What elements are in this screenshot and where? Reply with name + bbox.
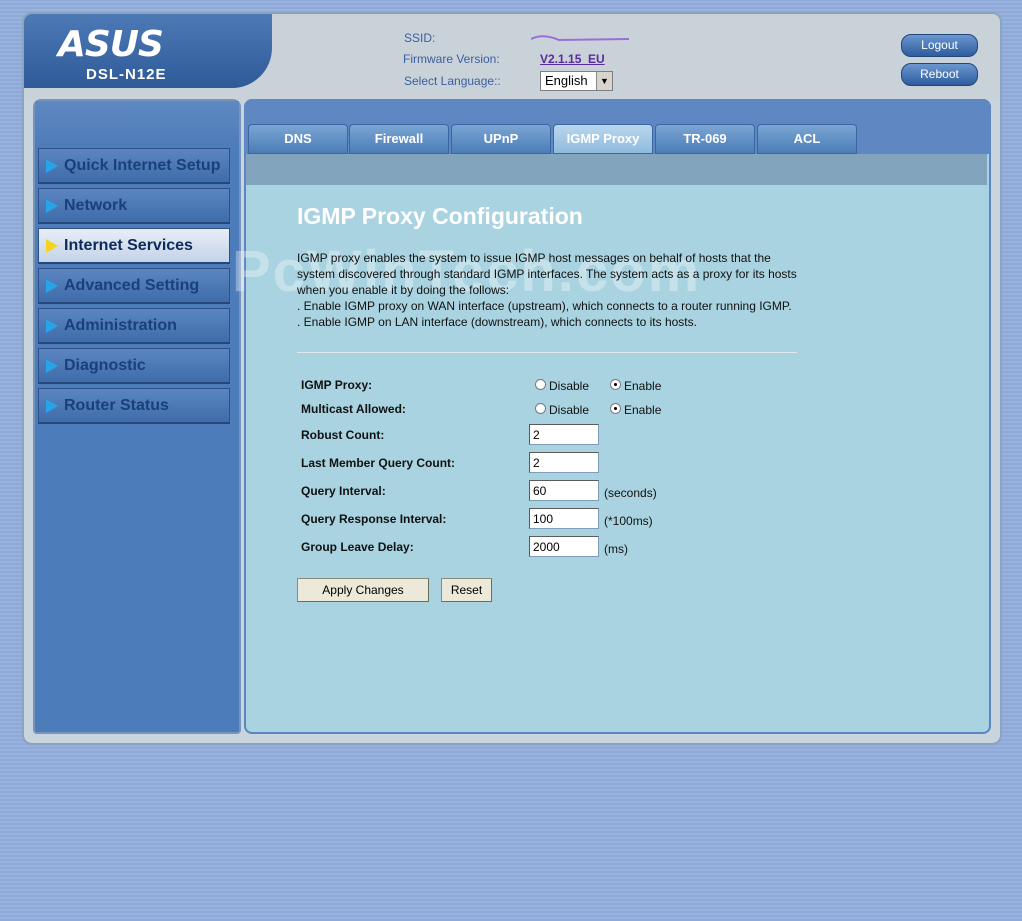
model-name: DSL-N12E xyxy=(86,66,167,83)
sidebar-item-quick-internet-setup[interactable]: Quick Internet Setup xyxy=(38,148,230,184)
tab-upnp[interactable]: UPnP xyxy=(451,124,551,154)
group-leave-delay-input[interactable] xyxy=(529,536,599,557)
firmware-label: Firmware Version: xyxy=(403,52,500,66)
sidebar-item-label: Quick Internet Setup xyxy=(64,157,221,174)
multicast-enable-radio[interactable] xyxy=(610,403,621,414)
tab-igmp-proxy[interactable]: IGMP Proxy xyxy=(553,124,653,154)
arrow-icon xyxy=(46,319,58,333)
group-leave-delay-label: Group Leave Delay: xyxy=(301,540,414,554)
last-member-query-count-input[interactable] xyxy=(529,452,599,473)
igmp-proxy-disable-radio[interactable] xyxy=(535,379,546,390)
sidebar-item-label: Advanced Setting xyxy=(64,277,200,294)
query-response-interval-input[interactable] xyxy=(529,508,599,529)
divider xyxy=(297,352,797,353)
igmp-proxy-enable-label: Enable xyxy=(624,379,662,393)
language-label: Select Language:: xyxy=(404,74,501,88)
reset-button[interactable]: Reset xyxy=(441,578,492,602)
brand-block: ASUS DSL-N12E xyxy=(24,14,272,88)
arrow-icon xyxy=(46,159,58,173)
multicast-enable-label: Enable xyxy=(624,403,662,417)
query-response-interval-label: Query Response Interval: xyxy=(301,512,447,526)
query-interval-input[interactable] xyxy=(529,480,599,501)
chevron-down-icon: ▼ xyxy=(596,72,612,90)
arrow-icon xyxy=(46,199,58,213)
query-interval-label: Query Interval: xyxy=(301,484,386,498)
ssid-value xyxy=(531,35,629,42)
robust-count-input[interactable] xyxy=(529,424,599,445)
arrow-icon xyxy=(46,279,58,293)
multicast-disable-radio[interactable] xyxy=(535,403,546,414)
group-leave-delay-unit: (ms) xyxy=(604,542,628,556)
sidebar-item-network[interactable]: Network xyxy=(38,188,230,224)
tab-acl[interactable]: ACL xyxy=(757,124,857,154)
arrow-icon xyxy=(46,399,58,413)
sidebar-item-advanced-setting[interactable]: Advanced Setting xyxy=(38,268,230,304)
tab-tr-069[interactable]: TR-069 xyxy=(655,124,755,154)
description-paragraph: IGMP proxy enables the system to issue I… xyxy=(297,251,797,297)
robust-count-label: Robust Count: xyxy=(301,428,385,442)
sidebar-item-label: Network xyxy=(64,197,128,214)
sub-header-bar xyxy=(246,154,987,185)
tab-dns[interactable]: DNS xyxy=(248,124,348,154)
page-title: IGMP Proxy Configuration xyxy=(297,203,583,229)
sidebar-item-router-status[interactable]: Router Status xyxy=(38,388,230,424)
sidebar-item-label: Internet Services xyxy=(64,237,193,254)
ssid-label: SSID: xyxy=(404,31,436,45)
sidebar-item-diagnostic[interactable]: Diagnostic xyxy=(38,348,230,384)
query-interval-unit: (seconds) xyxy=(604,486,657,500)
arrow-icon xyxy=(46,239,58,253)
igmp-proxy-disable-label: Disable xyxy=(549,379,590,393)
last-member-query-count-label: Last Member Query Count: xyxy=(301,456,456,470)
igmp-proxy-label: IGMP Proxy: xyxy=(301,378,373,392)
content-panel xyxy=(244,99,991,734)
language-select[interactable]: English ▼ xyxy=(540,71,613,91)
page-description: IGMP proxy enables the system to issue I… xyxy=(297,250,802,330)
firmware-version-link[interactable]: V2.1.15_EU xyxy=(540,52,605,66)
query-response-interval-unit: (*100ms) xyxy=(604,514,653,528)
sidebar-item-internet-services[interactable]: Internet Services xyxy=(38,228,230,264)
sidebar-item-label: Diagnostic xyxy=(64,357,146,374)
multicast-disable-label: Disable xyxy=(549,403,590,417)
apply-changes-button[interactable]: Apply Changes xyxy=(297,578,429,602)
reboot-button[interactable]: Reboot xyxy=(901,63,978,86)
sidebar-item-administration[interactable]: Administration xyxy=(38,308,230,344)
arrow-icon xyxy=(46,359,58,373)
multicast-allowed-label: Multicast Allowed: xyxy=(301,402,406,416)
tab-firewall[interactable]: Firewall xyxy=(349,124,449,154)
language-value: English xyxy=(545,73,588,88)
description-paragraph: . Enable IGMP on LAN interface (downstre… xyxy=(297,315,697,329)
sidebar-item-label: Administration xyxy=(64,317,177,334)
asus-logo: ASUS xyxy=(58,24,164,65)
logout-button[interactable]: Logout xyxy=(901,34,978,57)
sidebar-item-label: Router Status xyxy=(64,397,169,414)
igmp-proxy-enable-radio[interactable] xyxy=(610,379,621,390)
description-paragraph: . Enable IGMP proxy on WAN interface (up… xyxy=(297,299,792,313)
